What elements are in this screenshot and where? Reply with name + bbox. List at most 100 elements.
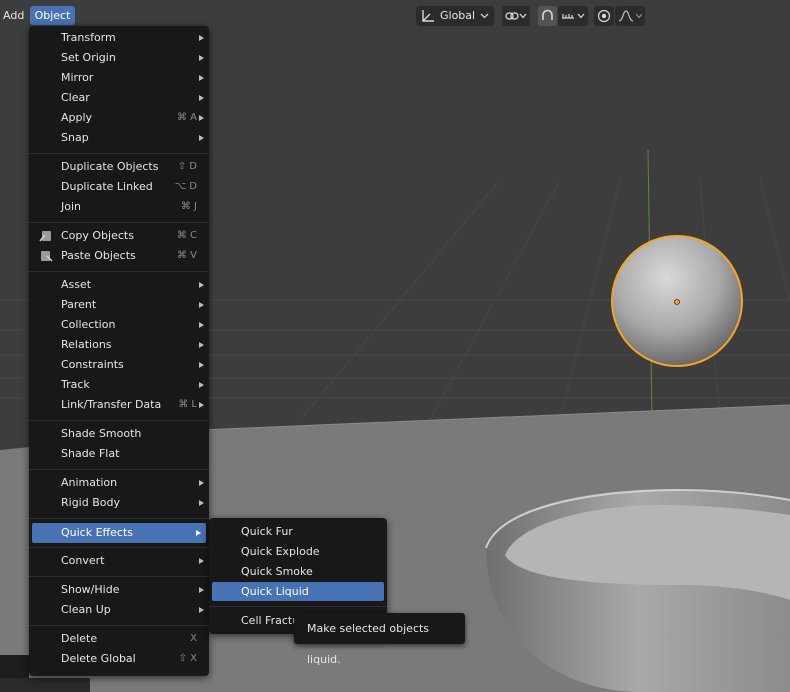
menu-item-label: Shade Smooth: [61, 427, 142, 440]
menu-item-delete[interactable]: Delete X: [29, 629, 209, 649]
menu-item-label: Rigid Body: [61, 496, 120, 509]
menu-item-label: Transform: [61, 31, 116, 44]
submenu-arrow-icon: [199, 75, 204, 81]
menu-separator: [29, 271, 209, 272]
menu-item-label: Duplicate Linked: [61, 180, 153, 193]
menu-item-convert[interactable]: Convert: [29, 551, 209, 571]
submenu-item-label: Cell Fractu: [241, 614, 300, 627]
menu-item-mirror[interactable]: Mirror: [29, 68, 209, 88]
pivot-point-dropdown[interactable]: [502, 6, 530, 26]
menu-item-label: Join: [61, 200, 82, 213]
submenu-arrow-icon: [199, 402, 204, 408]
menu-item-label: Animation: [61, 476, 118, 489]
menu-item-label: Apply: [61, 111, 93, 124]
sphere-object[interactable]: [611, 235, 743, 367]
submenu-arrow-icon: [199, 480, 204, 486]
menu-item-clear[interactable]: Clear: [29, 88, 209, 108]
shortcut-hint: ⌘ J: [180, 201, 197, 212]
object-menu[interactable]: Object: [30, 6, 75, 25]
tooltip-text: Make selected objects liquid.: [307, 622, 430, 666]
menu-item-label: Clear: [61, 91, 90, 104]
menu-item-collection[interactable]: Collection: [29, 315, 209, 335]
submenu-item-quick-smoke[interactable]: Quick Smoke: [212, 562, 384, 581]
shortcut-hint: ⇧ D: [177, 161, 197, 172]
submenu-arrow-icon: [199, 362, 204, 368]
submenu-arrow-icon: [199, 607, 204, 613]
menu-item-snap[interactable]: Snap: [29, 128, 209, 148]
shortcut-hint: ⌘ L: [178, 399, 197, 410]
falloff-curve-icon: [618, 10, 634, 22]
menu-item-label: Parent: [61, 298, 97, 311]
shortcut-hint: ⌘ C: [176, 230, 197, 241]
menu-item-clean-up[interactable]: Clean Up: [29, 600, 209, 620]
menu-item-show-hide[interactable]: Show/Hide: [29, 580, 209, 600]
submenu-arrow-icon: [199, 587, 204, 593]
submenu-arrow-icon: [199, 35, 204, 41]
submenu-arrow-icon: [199, 55, 204, 61]
add-menu[interactable]: Add: [3, 6, 24, 25]
proportional-editing-icon: [597, 9, 611, 23]
proportional-editing-toggle[interactable]: [594, 6, 614, 26]
submenu-arrow-icon: [199, 135, 204, 141]
magnet-icon: [542, 9, 553, 20]
submenu-item-quick-fur[interactable]: Quick Fur: [212, 522, 384, 541]
menu-item-track[interactable]: Track: [29, 375, 209, 395]
menu-item-label: Relations: [61, 338, 112, 351]
chevron-down-icon: [480, 13, 489, 19]
menu-item-label: Quick Effects: [61, 526, 133, 539]
menu-item-delete-global[interactable]: Delete Global ⇧ X: [29, 649, 209, 669]
menu-item-label: Delete: [61, 632, 98, 645]
submenu-arrow-icon: [199, 382, 204, 388]
snap-toggle[interactable]: [538, 6, 557, 26]
menu-item-label: Mirror: [61, 71, 94, 84]
submenu-item-quick-liquid[interactable]: Quick Liquid: [212, 582, 384, 601]
menu-item-constraints[interactable]: Constraints: [29, 355, 209, 375]
submenu-arrow-icon: [199, 342, 204, 348]
menu-item-duplicate-linked[interactable]: Duplicate Linked ⌥ D: [29, 177, 209, 197]
falloff-dropdown[interactable]: [615, 6, 645, 26]
menu-item-join[interactable]: Join ⌘ J: [29, 197, 209, 217]
shortcut-hint: X: [190, 633, 197, 644]
menu-item-set-origin[interactable]: Set Origin: [29, 48, 209, 68]
menu-separator: [29, 576, 209, 577]
menu-item-label: Constraints: [61, 358, 124, 371]
menu-item-animation[interactable]: Animation: [29, 473, 209, 493]
submenu-arrow-icon: [199, 322, 204, 328]
shortcut-hint: ⌘ A: [176, 112, 197, 123]
submenu-arrow-icon: [199, 282, 204, 288]
shortcut-hint: ⌘ V: [176, 250, 197, 261]
menu-item-relations[interactable]: Relations: [29, 335, 209, 355]
submenu-item-quick-explode[interactable]: Quick Explode: [212, 542, 384, 561]
menu-item-shade-smooth[interactable]: Shade Smooth: [29, 424, 209, 444]
transform-orientation-dropdown[interactable]: Global: [416, 6, 494, 26]
menu-item-paste-objects[interactable]: Paste Objects ⌘ V: [29, 246, 209, 266]
menu-item-label: Clean Up: [61, 603, 111, 616]
menu-item-shade-flat[interactable]: Shade Flat: [29, 444, 209, 464]
menu-item-asset[interactable]: Asset: [29, 275, 209, 295]
submenu-arrow-icon: [199, 95, 204, 101]
menu-item-label: Paste Objects: [61, 249, 136, 262]
menu-item-link-transfer-data[interactable]: Link/Transfer Data ⌘ L: [29, 395, 209, 415]
snap-target-dropdown[interactable]: [558, 6, 588, 26]
shortcut-hint: ⇧ X: [178, 653, 197, 664]
submenu-item-label: Quick Fur: [241, 525, 293, 538]
menu-item-quick-effects[interactable]: Quick Effects: [32, 523, 206, 543]
menu-separator: [29, 222, 209, 223]
menu-item-transform[interactable]: Transform: [29, 28, 209, 48]
link-icon: [505, 12, 519, 20]
menu-item-label: Collection: [61, 318, 116, 331]
menu-item-rigid-body[interactable]: Rigid Body: [29, 493, 209, 513]
menu-item-label: Link/Transfer Data: [61, 398, 162, 411]
copy-icon: [39, 231, 51, 242]
menu-item-parent[interactable]: Parent: [29, 295, 209, 315]
menu-item-label: Duplicate Objects: [61, 160, 159, 173]
orientation-icon: [422, 10, 434, 22]
menu-item-duplicate-objects[interactable]: Duplicate Objects ⇧ D: [29, 157, 209, 177]
menu-item-label: Delete Global: [61, 652, 136, 665]
submenu-arrow-icon: [196, 530, 201, 536]
menu-item-label: Show/Hide: [61, 583, 120, 596]
tooltip: Make selected objects liquid.: [294, 613, 465, 666]
menu-item-copy-objects[interactable]: Copy Objects ⌘ C: [29, 226, 209, 246]
menu-item-apply[interactable]: Apply ⌘ A: [29, 108, 209, 128]
menu-item-label: Snap: [61, 131, 89, 144]
